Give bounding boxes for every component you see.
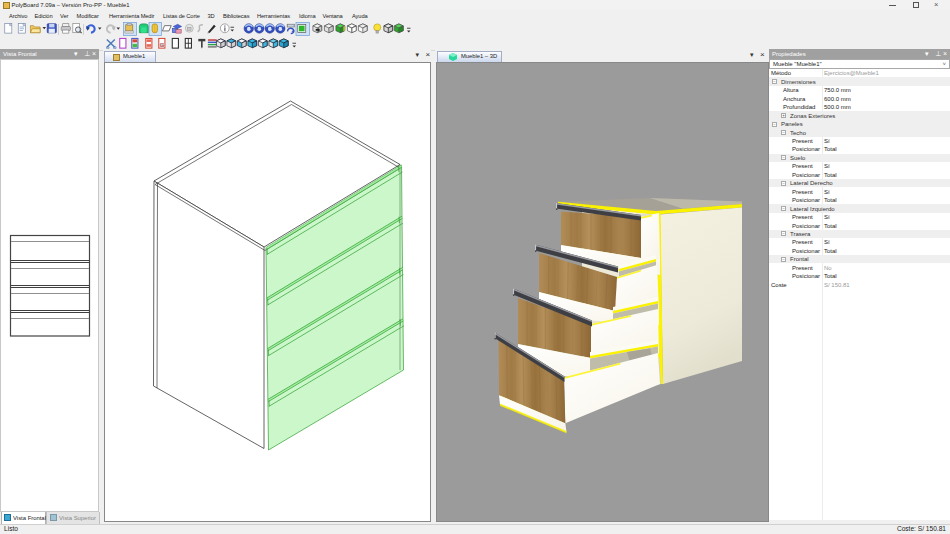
svg-text:G: G (160, 42, 165, 48)
